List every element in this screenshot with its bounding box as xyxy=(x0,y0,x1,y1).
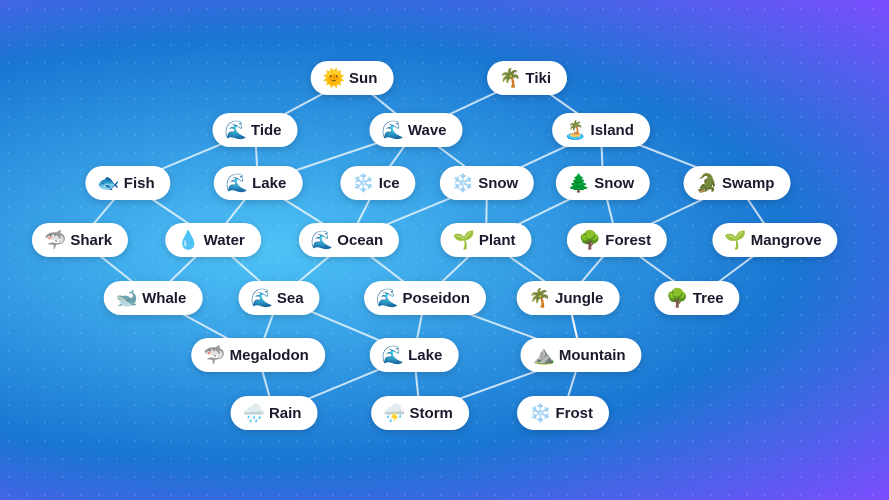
node-frost: ❄️Frost xyxy=(517,396,609,430)
label-storm: Storm xyxy=(410,405,453,422)
label-shark: Shark xyxy=(70,232,112,249)
node-plant: 🌱 Plant xyxy=(440,223,531,257)
node-megalodon: 🦈 Megalodon xyxy=(191,338,325,372)
icon-wave: 🌊 xyxy=(381,121,403,139)
icon-whale: 🐋 xyxy=(116,289,138,307)
icon-jungle: 🌴 xyxy=(529,289,551,307)
icon-mangrove: 🌱 xyxy=(724,231,746,249)
icon-storm: ⛈️ xyxy=(383,404,405,422)
node-tree: 🌳 Tree xyxy=(654,281,739,315)
node-poseidon: 🌊Poseidon xyxy=(364,281,486,315)
icon-snow2: 🌲 xyxy=(568,174,590,192)
label-poseidon: Poseidon xyxy=(402,290,470,307)
icon-rain: 🌧️ xyxy=(243,404,265,422)
label-island: Island xyxy=(591,122,634,139)
icon-mountain: ⛰️ xyxy=(532,346,554,364)
label-ice: Ice xyxy=(379,175,400,192)
node-sea: 🌊 Sea xyxy=(238,281,319,315)
label-whale: Whale xyxy=(142,290,186,307)
icon-tree: 🌳 xyxy=(666,289,688,307)
icon-sea: 🌊 xyxy=(250,289,272,307)
label-ocean: Ocean xyxy=(337,232,383,249)
node-shark: 🦈Shark xyxy=(32,223,128,257)
node-tiki: 🌴Tiki xyxy=(487,61,567,95)
icon-fish: 🐟 xyxy=(97,174,119,192)
node-rain: 🌧️Rain xyxy=(231,396,318,430)
node-tide: 🌊Tide xyxy=(213,113,298,147)
node-fish: 🐟 Fish xyxy=(85,166,170,200)
icon-island: 🏝️ xyxy=(564,121,586,139)
label-tiki: Tiki xyxy=(525,70,551,87)
icon-water: 💧 xyxy=(177,231,199,249)
icon-lake2: 🌊 xyxy=(382,346,404,364)
label-lake2: Lake xyxy=(408,347,442,364)
label-megalodon: Megalodon xyxy=(230,347,309,364)
label-snow2: Snow xyxy=(594,175,634,192)
node-mountain: ⛰️ Mountain xyxy=(520,338,641,372)
graph-container: 🌞Sun🌴Tiki🌊Tide🌊Wave🏝️Island🐟Fish🌊Lake❄️I… xyxy=(0,0,889,500)
icon-ice: ❄️ xyxy=(352,174,374,192)
node-forest: 🌳Forest xyxy=(567,223,667,257)
node-lake1: 🌊Lake xyxy=(214,166,303,200)
node-snow1: ❄️Snow xyxy=(440,166,534,200)
node-storm: ⛈️ Storm xyxy=(371,396,469,430)
label-plant: Plant xyxy=(479,232,516,249)
node-sun: 🌞Sun xyxy=(311,61,394,95)
node-lake2: 🌊Lake xyxy=(370,338,459,372)
node-mangrove: 🌱 Mangrove xyxy=(712,223,837,257)
node-snow2: 🌲Snow xyxy=(556,166,650,200)
label-wave: Wave xyxy=(408,122,447,139)
icon-frost: ❄️ xyxy=(529,404,551,422)
icon-ocean: 🌊 xyxy=(311,231,333,249)
node-ocean: 🌊Ocean xyxy=(299,223,399,257)
label-swamp: Swamp xyxy=(722,175,775,192)
icon-forest: 🌳 xyxy=(579,231,601,249)
node-water: 💧 Water xyxy=(165,223,261,257)
node-whale: 🐋Whale xyxy=(104,281,203,315)
label-snow1: Snow xyxy=(478,175,518,192)
label-jungle: Jungle xyxy=(555,290,603,307)
icon-poseidon: 🌊 xyxy=(376,289,398,307)
icon-sun: 🌞 xyxy=(323,69,345,87)
label-mountain: Mountain xyxy=(559,347,626,364)
label-lake1: Lake xyxy=(252,175,286,192)
icon-tiki: 🌴 xyxy=(499,69,521,87)
label-mangrove: Mangrove xyxy=(751,232,822,249)
label-rain: Rain xyxy=(269,405,302,422)
label-water: Water xyxy=(204,232,245,249)
icon-snow1: ❄️ xyxy=(452,174,474,192)
node-wave: 🌊 Wave xyxy=(369,113,462,147)
icon-plant: 🌱 xyxy=(452,231,474,249)
label-sun: Sun xyxy=(349,70,377,87)
label-forest: Forest xyxy=(605,232,651,249)
icon-swamp: 🐊 xyxy=(696,174,718,192)
label-tide: Tide xyxy=(251,122,282,139)
icon-tide: 🌊 xyxy=(225,121,247,139)
node-island: 🏝️ Island xyxy=(552,113,650,147)
icon-lake1: 🌊 xyxy=(226,174,248,192)
label-tree: Tree xyxy=(693,290,724,307)
node-swamp: 🐊Swamp xyxy=(684,166,791,200)
node-jungle: 🌴Jungle xyxy=(517,281,620,315)
icon-megalodon: 🦈 xyxy=(203,346,225,364)
label-frost: Frost xyxy=(555,405,593,422)
node-ice: ❄️ Ice xyxy=(340,166,415,200)
label-sea: Sea xyxy=(277,290,304,307)
icon-shark: 🦈 xyxy=(44,231,66,249)
label-fish: Fish xyxy=(124,175,155,192)
